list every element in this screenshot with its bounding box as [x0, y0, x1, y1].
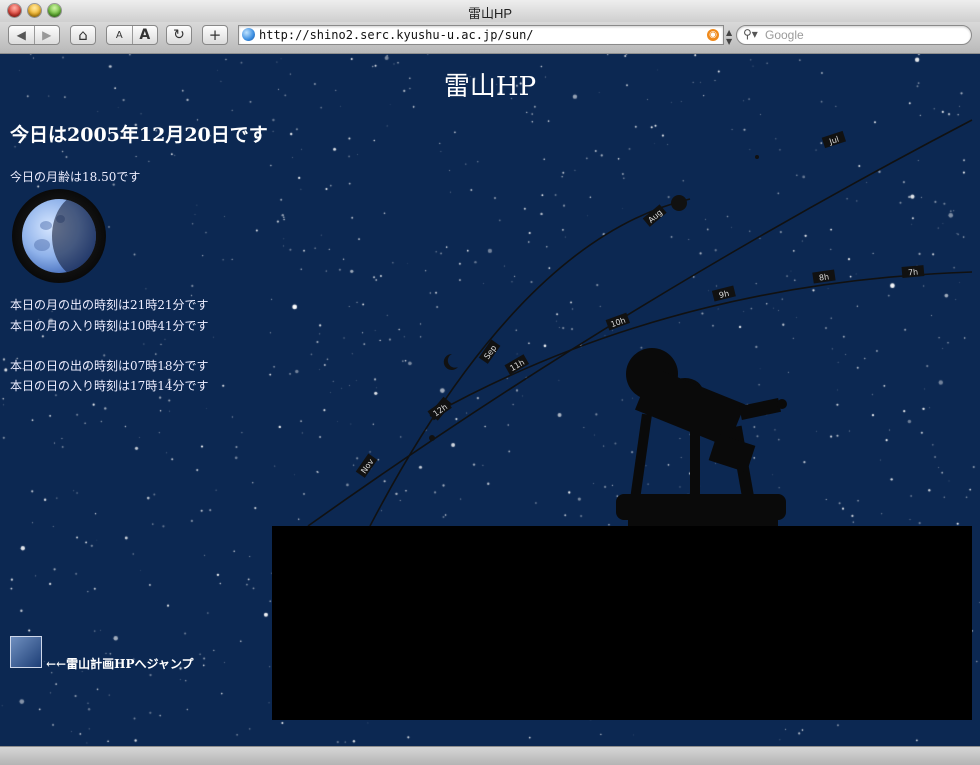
rss-icon[interactable]: ◉ — [707, 29, 719, 41]
address-text[interactable]: http://shino2.serc.kyushu-u.ac.jp/sun/ — [259, 28, 534, 42]
moon-disc-marker — [671, 195, 687, 211]
moon-icon — [22, 199, 96, 273]
hour-label-7h: 7h — [901, 265, 925, 278]
status-bar — [0, 746, 980, 765]
search-icon[interactable]: ⚲▾ — [743, 27, 758, 41]
moonset-text: 本日の月の入り時刻は10時41分です — [10, 319, 209, 333]
address-field[interactable]: http://shino2.serc.kyushu-u.ac.jp/sun/ ◉ — [238, 25, 724, 45]
telescope-silhouette — [616, 348, 787, 527]
date-heading: 今日は2005年12月20日です — [10, 124, 268, 146]
black-panel — [272, 526, 972, 720]
month-label-nov: Nov — [355, 453, 378, 478]
url-stepper-icon[interactable]: ▲ ▼ — [726, 28, 732, 46]
moonrise-text: 本日の月の出の時刻は21時21分です — [10, 298, 209, 312]
month-label-sep: Sep — [478, 339, 501, 364]
back-button[interactable]: ◀ — [9, 28, 34, 42]
svg-text:10h: 10h — [609, 316, 626, 330]
search-field[interactable]: ⚲▾ Google — [736, 25, 972, 45]
text-size-group: A A — [106, 25, 158, 45]
jump-link[interactable]: ←←雷山計画HPへジャンプ — [46, 655, 194, 672]
search-placeholder: Google — [765, 28, 804, 42]
crescent-marker — [443, 353, 458, 370]
page-title: 雷山HP — [443, 72, 537, 102]
telescope-link-icon[interactable] — [10, 636, 42, 668]
add-bookmark-button[interactable]: + — [202, 25, 228, 45]
small-dot-marker — [755, 155, 759, 159]
sunset-text: 本日の日の入り時刻は17時14分です — [10, 379, 209, 393]
hour-label-8h: 8h — [812, 269, 836, 284]
forward-button[interactable]: ▶ — [35, 28, 60, 42]
svg-text:8h: 8h — [818, 272, 829, 282]
text-bigger-button[interactable]: A — [133, 27, 158, 43]
home-button[interactable]: ⌂ — [70, 25, 96, 45]
moon-phase-image — [12, 189, 106, 283]
month-label-jul: Jul — [821, 130, 847, 149]
small-dot-marker — [429, 435, 435, 441]
hour-label-9h: 9h — [711, 285, 736, 302]
sunrise-text: 本日の日の出の時刻は07時18分です — [10, 359, 209, 373]
window-title: 雷山HP — [467, 6, 513, 21]
moon-age-text: 今日の月齢は18.50です — [10, 170, 141, 184]
web-page: JulAugSepOctNov7h8h9h10h11h12h 雷山HP 今日は2… — [0, 54, 980, 746]
reload-button[interactable]: ↻ — [166, 25, 192, 45]
svg-text:9h: 9h — [718, 289, 730, 300]
back-forward-group: ◀ ▶ — [8, 25, 60, 45]
text-smaller-button[interactable]: A — [107, 30, 132, 41]
window-titlebar: 雷山HP — [0, 0, 980, 23]
browser-toolbar: ◀ ▶ ⌂ A A ↻ + http://shino2.serc.kyushu-… — [0, 22, 980, 54]
svg-text:7h: 7h — [908, 268, 919, 278]
hour-label-10h: 10h — [605, 312, 631, 331]
site-globe-icon — [242, 28, 255, 41]
